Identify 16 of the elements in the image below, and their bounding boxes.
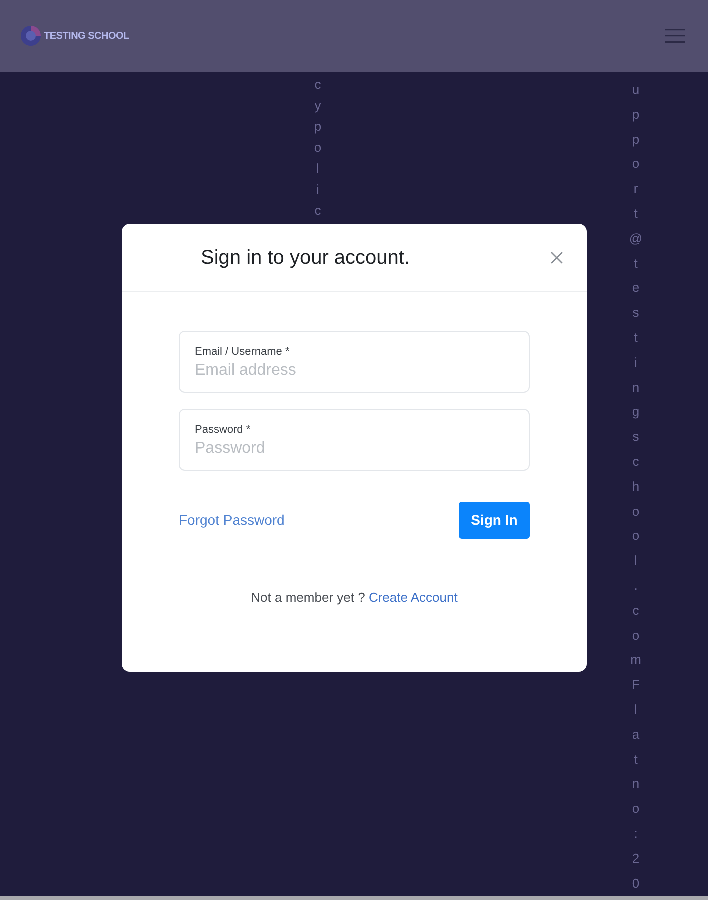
input-field[interactable]: Email / Username * Email address <box>179 331 530 393</box>
text-input[interactable]: Password <box>195 439 514 459</box>
dialog-title: Sign in to your account. <box>201 246 410 270</box>
sign-in-button[interactable]: Sign In <box>459 502 530 539</box>
text-input[interactable]: Email address <box>195 361 514 381</box>
field-label: Password * <box>195 423 251 437</box>
create-account-link[interactable]: Create Account <box>368 590 458 605</box>
logo-icon <box>20 25 42 47</box>
vertical-text: cypolic <box>313 76 323 220</box>
vertical-text: upport@testingschool.comFlatno:20 <box>629 81 643 892</box>
forgot-password-link[interactable]: Forgot Password <box>179 510 285 531</box>
logo-text[interactable]: TESTING SCHOOL <box>44 28 130 44</box>
menu-icon[interactable] <box>665 29 685 43</box>
signup-prompt: Not a member yet ? Create Account <box>251 589 458 607</box>
input-field[interactable]: Password * Password <box>179 409 530 471</box>
field-label: Email / Username * <box>195 345 290 359</box>
